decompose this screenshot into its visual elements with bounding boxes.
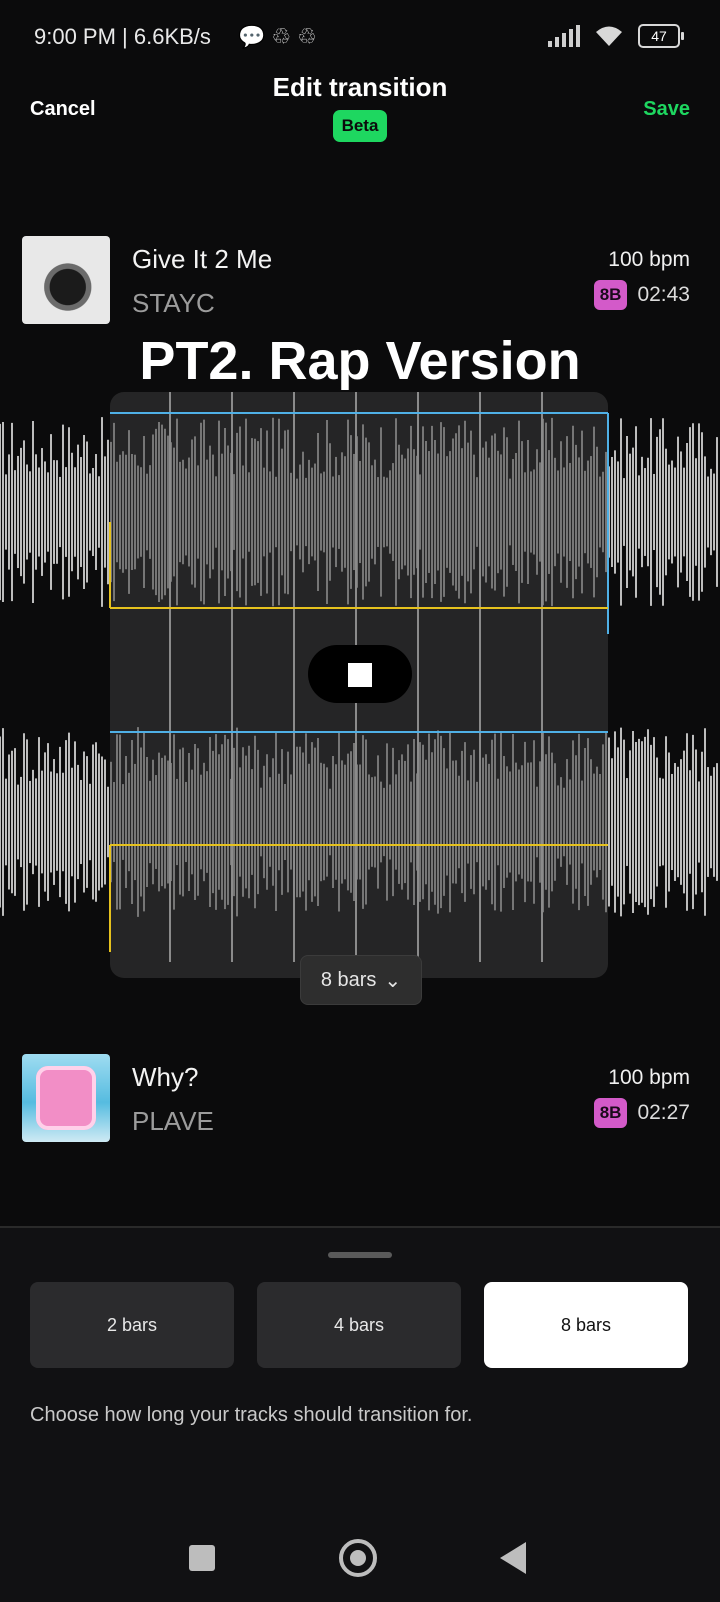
sync-icon-2: ♲ (297, 24, 323, 49)
sheet-drag-handle[interactable] (328, 1252, 392, 1258)
option-4-bars[interactable]: 4 bars (257, 1282, 461, 1368)
track-row-second[interactable]: Why? PLAVE 100 bpm 8B 02:27 (22, 1054, 698, 1144)
system-nav-bar (0, 1520, 720, 1590)
track-bpm: 100 bpm (608, 1066, 690, 1089)
track-artist: STAYC (132, 288, 215, 318)
option-8-bars[interactable]: 8 bars (484, 1282, 688, 1368)
track-meta: 8B 02:27 (593, 1098, 690, 1128)
track-title: Why? (132, 1062, 199, 1092)
track-artist: PLAVE (132, 1106, 214, 1136)
sheet-hint: Choose how long your tracks should trans… (30, 1404, 473, 1426)
album-art (22, 1054, 110, 1142)
chat-icon: 💬 (238, 24, 272, 49)
album-art (22, 236, 110, 324)
bars-selector[interactable]: 8 bars ⌄ (300, 955, 422, 1005)
track-title: Give It 2 Me (132, 244, 273, 274)
recents-icon[interactable] (189, 1545, 215, 1571)
bars-selector-label: 8 bars (320, 968, 377, 991)
stop-icon (348, 663, 372, 687)
beta-badge: Beta (333, 110, 387, 142)
battery-icon: 47 (638, 24, 684, 48)
status-time: 9:00 PM | 6.6KB/s (34, 24, 211, 49)
back-icon[interactable] (500, 1542, 526, 1574)
sync-icon: ♲ (271, 24, 298, 49)
track-duration: 02:43 (637, 283, 690, 306)
key-badge: 8B (593, 280, 628, 310)
track-duration: 02:27 (637, 1101, 690, 1124)
track-row-first[interactable]: Give It 2 Me STAYC 100 bpm 8B 02:43 (22, 236, 698, 326)
save-button[interactable]: Save (643, 98, 690, 121)
system-indicators: 47 (548, 24, 684, 48)
chevron-down-icon: ⌄ (384, 969, 402, 992)
page-title: Edit transition (272, 72, 448, 102)
track-meta: 8B 02:43 (593, 280, 690, 310)
notification-icons: 💬♲♲ (238, 24, 323, 50)
top-bar: Cancel Edit transition Beta Save (0, 60, 720, 150)
home-icon[interactable] (339, 1539, 377, 1577)
wifi-icon (596, 26, 622, 46)
signal-icon (548, 25, 580, 47)
option-2-bars[interactable]: 2 bars (30, 1282, 234, 1368)
status-bar: 9:00 PM | 6.6KB/s 💬♲♲ 47 (0, 18, 720, 58)
key-badge: 8B (593, 1098, 628, 1128)
battery-level: 47 (651, 28, 667, 44)
waveform-editor[interactable] (0, 392, 720, 992)
overlay-caption: PT2. Rap Version (139, 331, 581, 391)
track-bpm: 100 bpm (608, 248, 690, 271)
